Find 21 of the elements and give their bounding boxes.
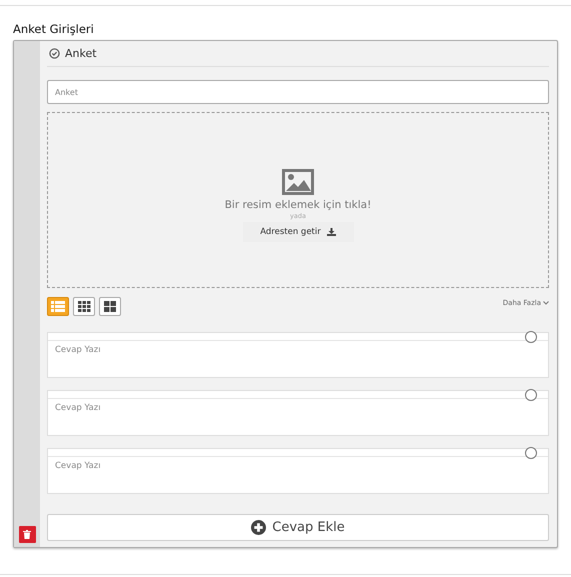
delete-button[interactable]: [18, 526, 36, 543]
plus-circle-icon: [251, 520, 266, 535]
grid-view-button[interactable]: [73, 297, 95, 316]
grid-icon: [78, 301, 90, 312]
tiles-view-button[interactable]: [99, 297, 121, 316]
answer-card[interactable]: Cevap Yazı: [47, 448, 549, 494]
check-circle-icon: [49, 48, 60, 59]
upload-text: Bir resim eklemek için tıkla!: [224, 198, 372, 210]
tiles-icon: [104, 301, 116, 312]
chevron-down-icon: [543, 301, 549, 305]
section-title: Anket Girişleri: [13, 22, 95, 38]
trash-icon: [23, 530, 31, 539]
download-icon: [326, 228, 336, 236]
list-icon: [51, 301, 65, 312]
panel-title: Anket: [65, 47, 97, 60]
add-answer-button[interactable]: Cevap Ekle: [47, 514, 549, 541]
answer-card[interactable]: Cevap Yazı: [47, 332, 549, 378]
answer-card[interactable]: Cevap Yazı: [47, 390, 549, 436]
input-field[interactable]: Anket: [47, 80, 549, 104]
image-icon: [282, 168, 314, 194]
fetch-url-button[interactable]: Adresten getir: [242, 222, 354, 242]
